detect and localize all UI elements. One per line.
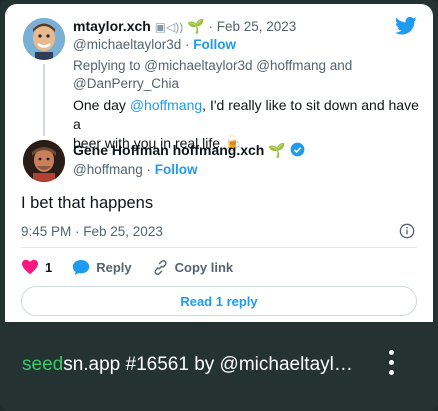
link-icon [154,259,167,275]
heart-icon [22,259,38,275]
follow-button-parent[interactable]: Follow [193,37,236,52]
verified-badge-icon [290,142,304,157]
brand-rest: sn.app #16561 by @michaeltayl… [63,354,353,375]
main-handle[interactable]: @hoffmang [73,162,143,177]
replying-to-line1: Replying to @michaeltaylor3d @hoffmang a… [73,58,353,73]
thread-line [43,64,45,136]
main-display-name[interactable]: Gene Hoffman hoffmang.xch [73,142,264,158]
replying-to-line2: @DanPerry_Chia [73,76,179,91]
sprout-icon: 🌱 [268,142,286,158]
mention-hoffmang[interactable]: @hoffmang [130,97,202,113]
main-tweet-text: I bet that happens [21,194,154,212]
copy-link-button[interactable]: Copy link [152,259,234,276]
parent-date[interactable]: Feb 25, 2023 [217,19,297,34]
speaker-icons: ▣◁)) [154,20,184,34]
footer-caption[interactable]: seedsn.app #16561 by @michaeltayl… [22,354,353,376]
read-replies-button[interactable]: Read 1 reply [21,286,417,316]
copy-link-label: Copy link [174,259,234,275]
like-button[interactable]: 1 [21,259,52,275]
twitter-bird-icon[interactable] [395,16,417,36]
parent-author-line: mtaylor.xch ▣◁)) 🌱 · Feb 25, 2023 [73,18,297,34]
reply-bubble-icon [72,259,90,275]
sprout-icon: 🌱 [187,18,205,34]
embed-frame: mtaylor.xch ▣◁)) 🌱 · Feb 25, 2023 @micha… [0,0,438,411]
main-handle-line: @hoffmang · Follow [73,162,198,177]
action-bar: 1 Reply Copy link [21,256,253,278]
main-author-line: Gene Hoffman hoffmang.xch 🌱 [73,142,305,159]
parent-display-name[interactable]: mtaylor.xch [73,18,151,34]
parent-handle[interactable]: @michaeltaylor3d [73,37,181,52]
tweet-card: mtaylor.xch ▣◁)) 🌱 · Feb 25, 2023 @micha… [5,4,433,322]
reply-button[interactable]: Reply [72,259,132,276]
read-replies-label: Read 1 reply [180,293,258,309]
avatar-gene-hoffman[interactable] [23,140,65,182]
more-vertical-icon[interactable] [384,348,400,378]
follow-button-main[interactable]: Follow [155,162,198,177]
brand-prefix: seed [22,354,64,375]
footer-bar: seedsn.app #16561 by @michaeltayl… [0,326,438,411]
avatar-mtaylor[interactable] [23,18,65,60]
like-count: 1 [45,259,53,275]
divider [21,247,417,248]
parent-handle-line: @michaeltaylor3d · Follow [73,37,237,52]
tweet-timestamp[interactable]: 9:45 PM · Feb 25, 2023 [21,224,163,239]
info-icon[interactable] [399,223,415,239]
reply-label: Reply [96,259,132,275]
